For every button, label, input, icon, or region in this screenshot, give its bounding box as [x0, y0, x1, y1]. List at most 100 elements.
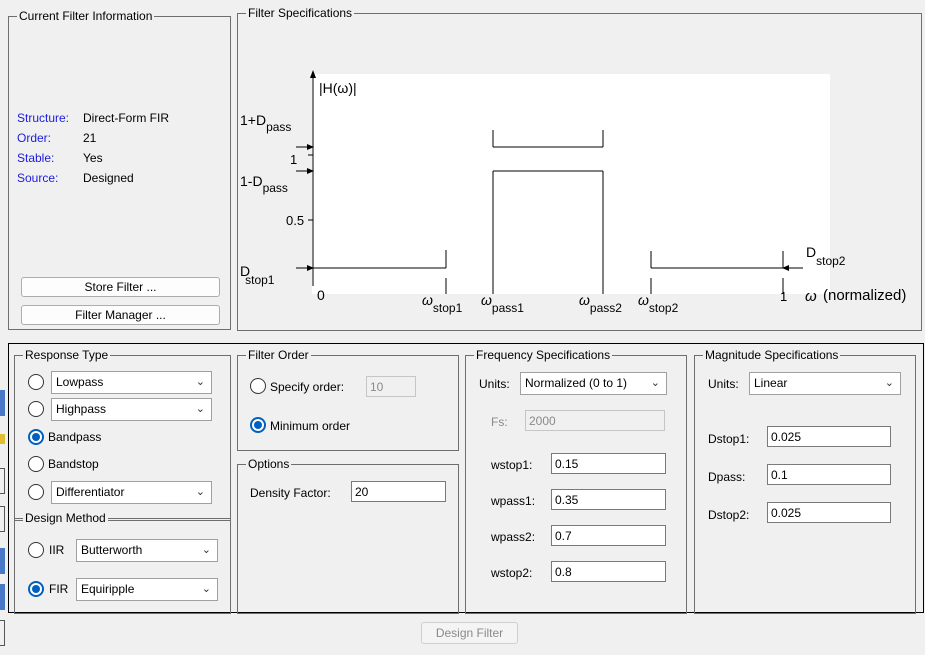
- diagram-background: [312, 74, 830, 294]
- toolbar-icon-6[interactable]: [0, 584, 5, 610]
- toolbar-icon-7[interactable]: [0, 620, 5, 646]
- order-label: Order:: [17, 131, 52, 145]
- source-value: Designed: [83, 171, 134, 185]
- differentiator-select-value: Differentiator: [56, 485, 125, 499]
- iir-select-value: Butterworth: [81, 543, 143, 557]
- wstop1-input[interactable]: [551, 453, 666, 474]
- density-factor-input[interactable]: [351, 481, 446, 502]
- toolbar-icon-3[interactable]: [0, 468, 5, 494]
- current-filter-panel: Current Filter Information Structure: Di…: [8, 9, 231, 330]
- xlabel-pass1: ωpass1: [481, 292, 524, 315]
- differentiator-radio[interactable]: [28, 484, 44, 500]
- xlabel-stop1: ωstop1: [422, 292, 463, 315]
- label-1md: 1-Dpass: [240, 173, 288, 195]
- xlabel-omega: ω: [805, 288, 817, 305]
- design-method-panel: Design Method IIR Butterworth ⌄ FIR Equir…: [14, 511, 231, 614]
- side-toolbar: [0, 388, 6, 650]
- design-method-title: Design Method: [23, 511, 108, 525]
- chevron-down-icon: ⌄: [884, 377, 894, 389]
- bandstop-radio[interactable]: [28, 456, 44, 472]
- xlabel-unit: (normalized): [823, 287, 906, 304]
- highpass-select-value: Highpass: [56, 402, 107, 416]
- mag-units-select[interactable]: Linear ⌄: [749, 372, 901, 395]
- iir-select[interactable]: Butterworth ⌄: [76, 539, 218, 562]
- chevron-down-icon: ⌄: [195, 376, 205, 388]
- wstop2-input[interactable]: [551, 561, 666, 582]
- mag-units-label: Units:: [708, 377, 739, 391]
- dpass-input[interactable]: [767, 464, 891, 485]
- wpass1-input[interactable]: [551, 489, 666, 510]
- mag-units-value: Linear: [754, 376, 788, 390]
- differentiator-select[interactable]: Differentiator ⌄: [51, 481, 212, 504]
- stable-label: Stable:: [17, 151, 55, 165]
- bandstop-label: Bandstop: [48, 457, 99, 471]
- freq-units-select[interactable]: Normalized (0 to 1) ⌄: [520, 372, 667, 395]
- structure-value: Direct-Form FIR: [83, 111, 169, 125]
- stable-value: Yes: [83, 151, 103, 165]
- bandpass-radio[interactable]: [28, 429, 44, 445]
- fir-select[interactable]: Equiripple ⌄: [76, 578, 218, 601]
- chevron-down-icon: ⌄: [195, 486, 205, 498]
- fir-radio[interactable]: [28, 581, 44, 597]
- wpass2-label: wpass2:: [491, 530, 536, 544]
- lowpass-radio[interactable]: [28, 374, 44, 390]
- wpass1-label: wpass1:: [491, 494, 536, 508]
- specify-order-radio[interactable]: [250, 378, 266, 394]
- toolbar-icon-1[interactable]: [0, 390, 5, 416]
- density-factor-label: Density Factor:: [250, 486, 331, 500]
- toolbar-icon-5[interactable]: [0, 548, 5, 574]
- lowpass-select[interactable]: Lowpass ⌄: [51, 371, 212, 394]
- label-one: 1: [290, 152, 297, 167]
- freq-units-label: Units:: [479, 377, 510, 391]
- source-label: Source:: [17, 171, 59, 185]
- filter-manager-button[interactable]: Filter Manager ...: [21, 305, 220, 325]
- chevron-down-icon: ⌄: [201, 583, 211, 595]
- design-filter-button[interactable]: Design Filter: [421, 622, 518, 644]
- label-dstop1: Dstop1: [240, 263, 275, 287]
- magnitude-specs-title: Magnitude Specifications: [703, 348, 841, 362]
- label-half: 0.5: [286, 213, 304, 228]
- response-type-panel: Response Type Lowpass ⌄ Highpass ⌄ Bandpas…: [14, 348, 231, 521]
- frequency-specs-panel: Frequency Specifications Units: Normaliz…: [465, 348, 687, 614]
- label-1pd: 1+Dpass: [240, 112, 291, 134]
- frequency-specs-title: Frequency Specifications: [474, 348, 613, 362]
- wstop2-label: wstop2:: [491, 566, 533, 580]
- freq-units-value: Normalized (0 to 1): [525, 376, 628, 390]
- minimum-order-radio[interactable]: [250, 417, 266, 433]
- hw-label: |H(ω)|: [319, 80, 357, 96]
- fir-select-value: Equiripple: [81, 582, 135, 596]
- filter-spec-diagram: |H(ω)| 1+Dpass 1 1-Dpass 0.5 Dstop1 Dsto…: [240, 70, 906, 315]
- filter-specs-panel: Filter Specifications |H(ω)| 1+Dpass 1 1…: [237, 6, 922, 331]
- xlabel-pass2: ωpass2: [579, 292, 622, 315]
- order-value: 21: [83, 131, 97, 145]
- iir-label: IIR: [49, 543, 65, 557]
- store-filter-button[interactable]: Store Filter ...: [21, 277, 220, 297]
- toolbar-icon-4[interactable]: [0, 506, 5, 532]
- dstop2-label: Dstop2:: [708, 508, 750, 522]
- minimum-order-label: Minimum order: [270, 419, 351, 433]
- specify-order-label: Specify order:: [270, 380, 345, 394]
- dstop1-input[interactable]: [767, 426, 891, 447]
- specify-order-input[interactable]: [366, 376, 416, 397]
- response-type-title: Response Type: [23, 348, 111, 362]
- dstop2-input[interactable]: [767, 502, 891, 523]
- fs-input[interactable]: [525, 410, 665, 431]
- toolbar-icon-2[interactable]: [0, 434, 5, 444]
- chevron-down-icon: ⌄: [195, 403, 205, 415]
- wpass2-input[interactable]: [551, 525, 666, 546]
- magnitude-specs-panel: Magnitude Specifications Units: Linear ⌄ …: [694, 348, 916, 614]
- highpass-radio[interactable]: [28, 401, 44, 417]
- options-panel: Options Density Factor:: [237, 457, 459, 614]
- structure-label: Structure:: [17, 111, 70, 125]
- dstop1-label: Dstop1:: [708, 432, 750, 446]
- options-title: Options: [246, 457, 292, 471]
- xlabel-one: 1: [780, 289, 787, 304]
- highpass-select[interactable]: Highpass ⌄: [51, 398, 212, 421]
- current-filter-title: Current Filter Information: [17, 9, 155, 23]
- iir-radio[interactable]: [28, 542, 44, 558]
- wstop1-label: wstop1:: [491, 458, 533, 472]
- filter-order-title: Filter Order: [246, 348, 311, 362]
- fir-label: FIR: [49, 582, 69, 596]
- chevron-down-icon: ⌄: [650, 377, 660, 389]
- filter-order-panel: Filter Order Specify order: Minimum orde…: [237, 348, 459, 451]
